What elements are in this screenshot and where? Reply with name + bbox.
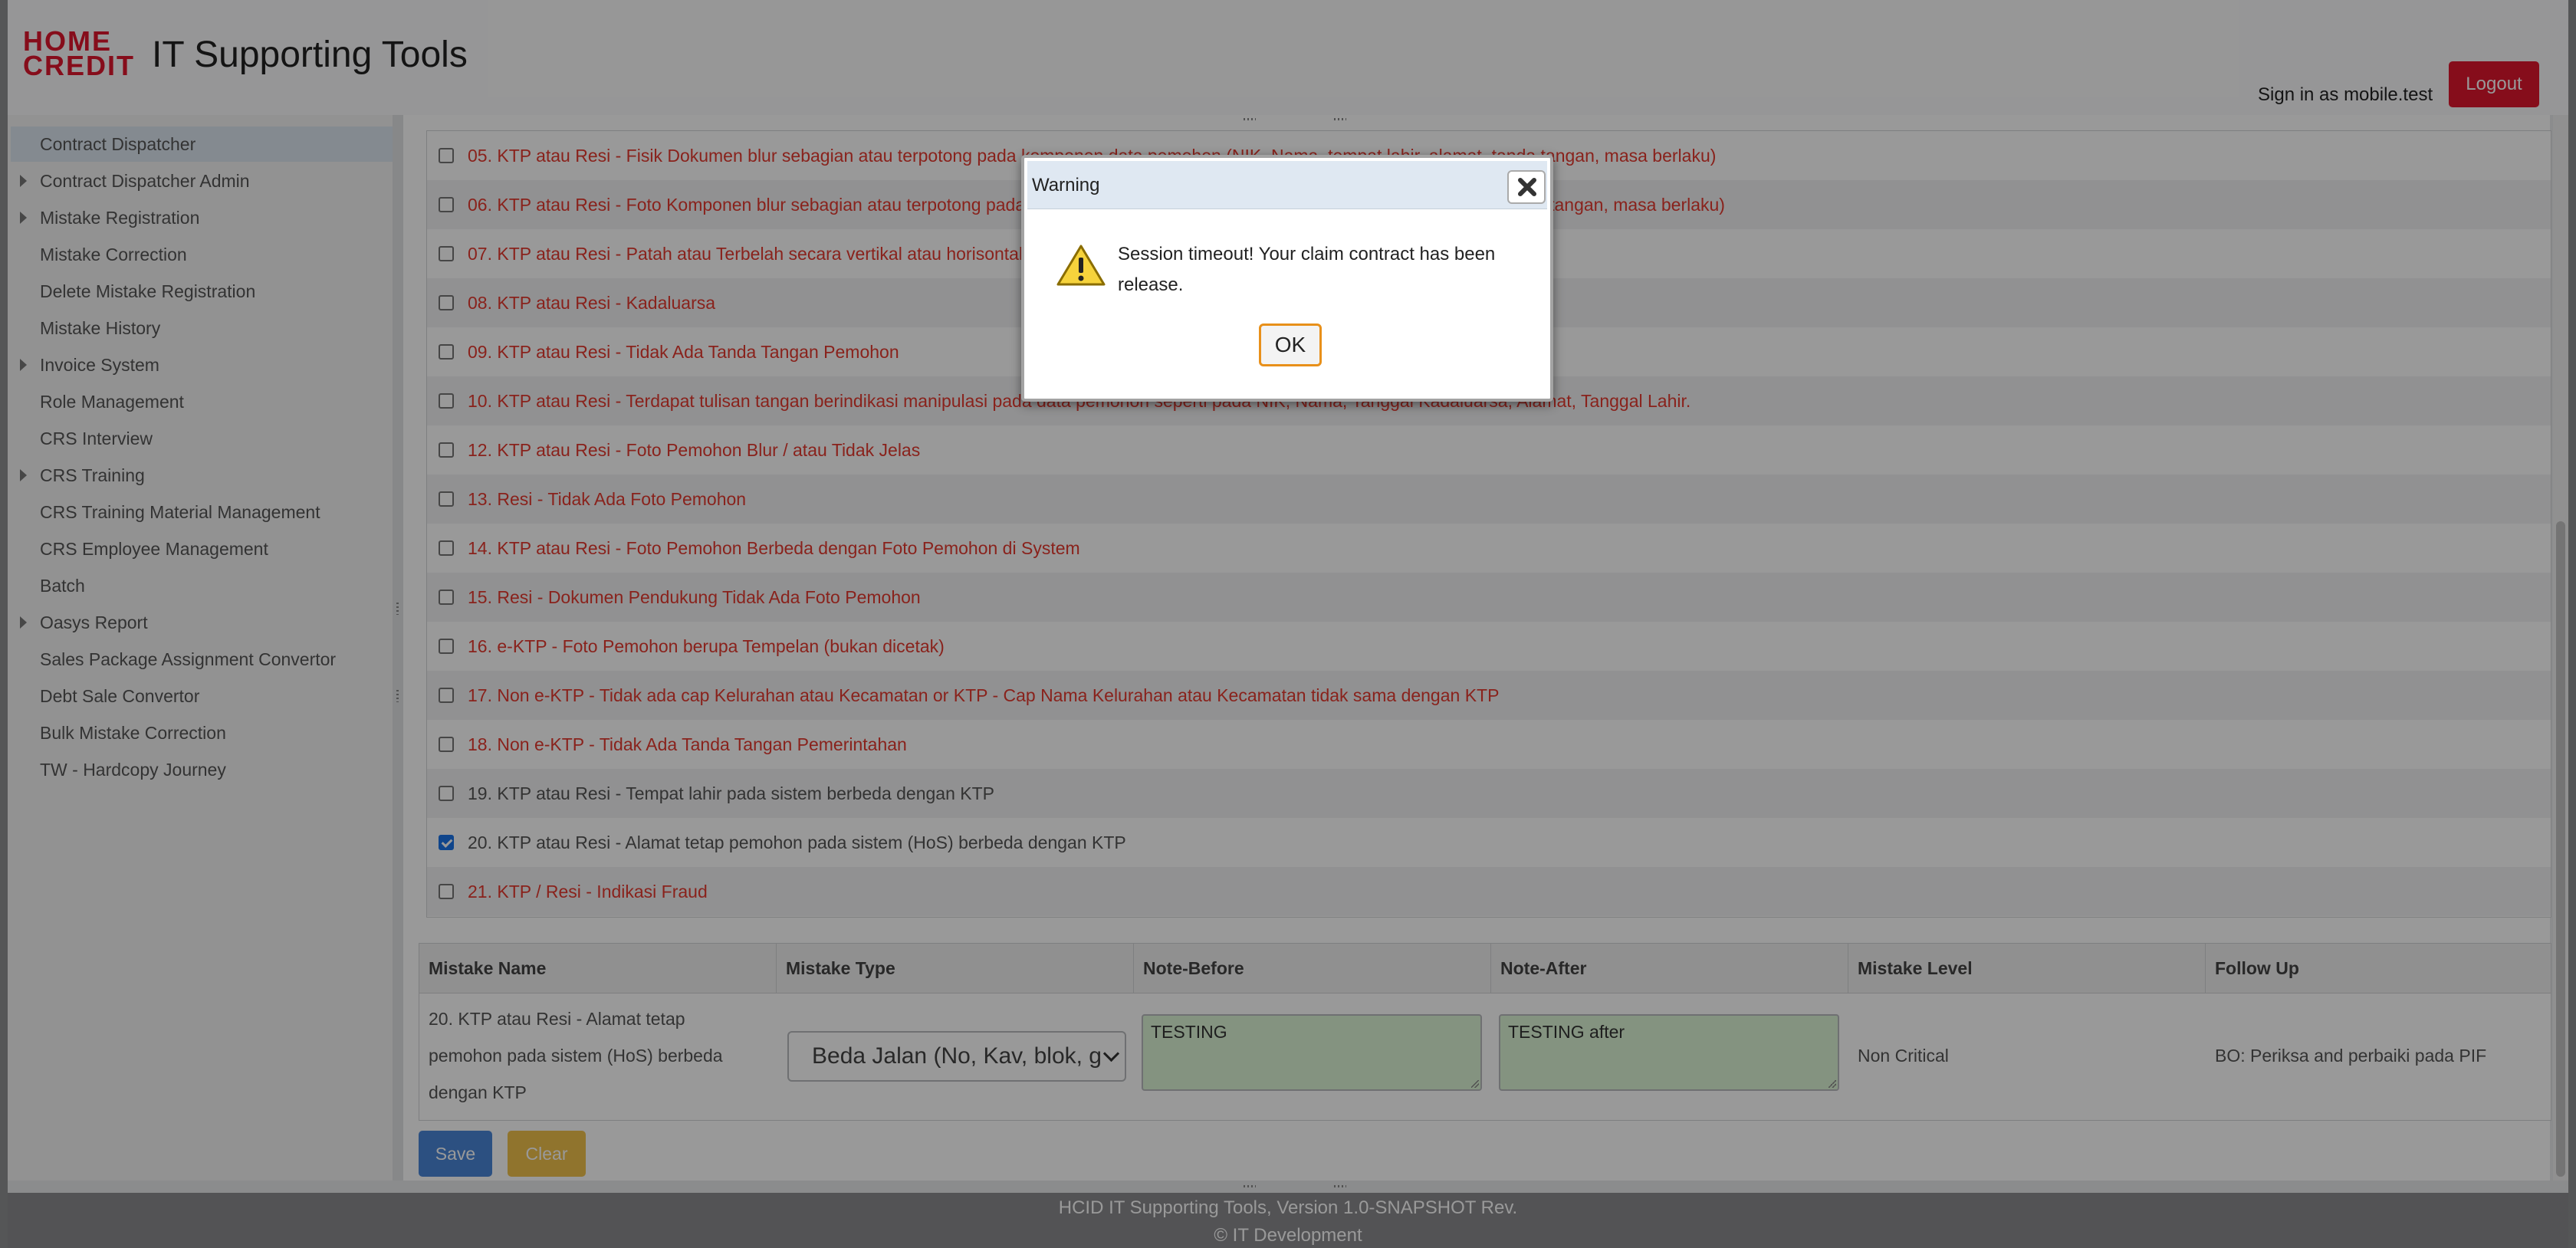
dialog-title-bar: Warning <box>1027 161 1547 209</box>
dialog-title: Warning <box>1032 175 1100 195</box>
dialog-message: Session timeout! Your claim contract has… <box>1118 244 1496 295</box>
warning-icon <box>1056 245 1106 286</box>
dialog-close-button[interactable] <box>1507 170 1546 204</box>
warning-dialog: Warning Session timeout! Your claim cont… <box>1021 155 1553 402</box>
ok-button[interactable]: OK <box>1259 323 1322 366</box>
close-icon <box>1518 178 1536 196</box>
